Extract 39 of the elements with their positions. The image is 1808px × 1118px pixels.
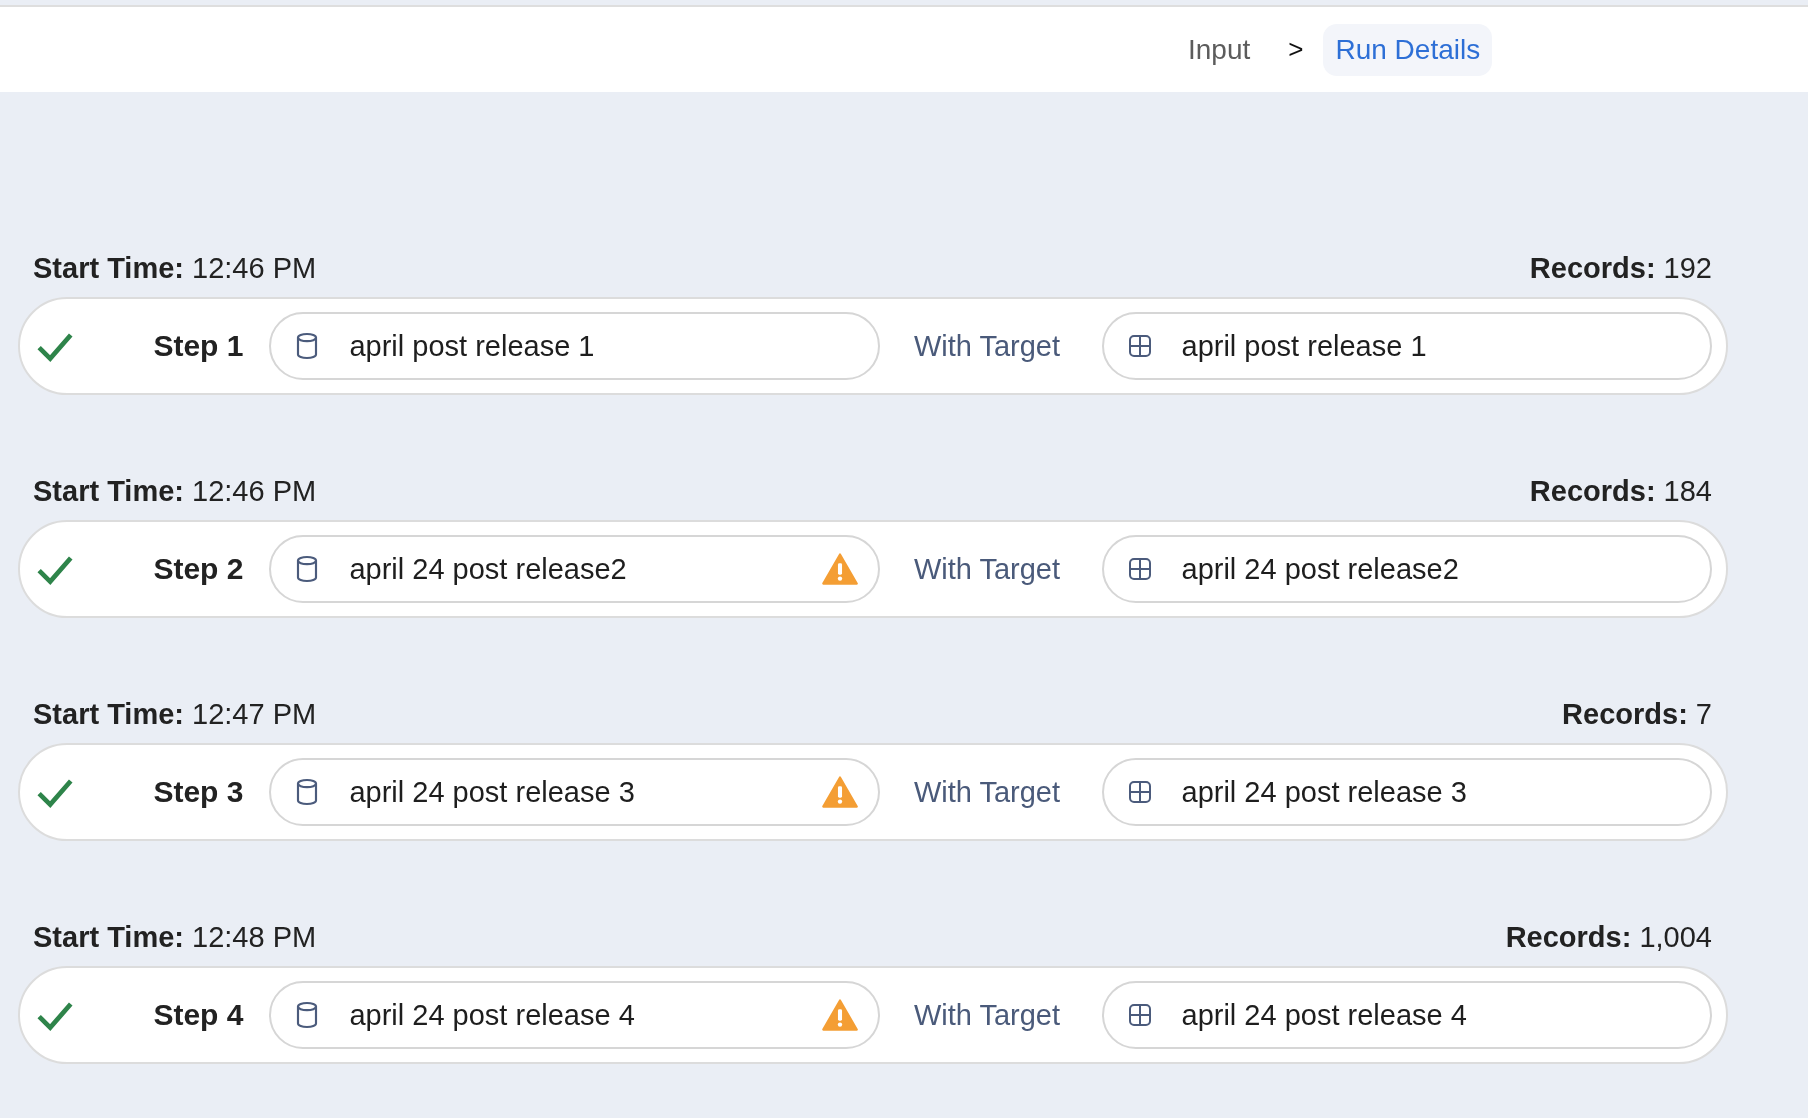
target-name: april post release 1 <box>1181 329 1428 363</box>
start-time: Start Time: 12:46 PM <box>33 252 317 285</box>
source-name: april 24 post release 4 <box>349 998 636 1032</box>
source-pill[interactable]: april 24 post release2 <box>269 535 880 603</box>
source-name: april post release 1 <box>349 329 596 363</box>
source-name: april 24 post release2 <box>349 552 628 586</box>
breadcrumb-separator: > <box>1288 34 1304 65</box>
start-time: Start Time: 12:46 PM <box>33 475 317 508</box>
target-pill[interactable]: april 24 post release 4 <box>1101 981 1712 1049</box>
source-pill[interactable]: april post release 1 <box>269 312 880 380</box>
source-pill[interactable]: april 24 post release 4 <box>269 981 880 1049</box>
database-icon <box>295 331 320 361</box>
database-icon <box>295 1000 320 1030</box>
breadcrumb-link[interactable]: Run Details <box>1323 23 1493 76</box>
database-icon <box>295 777 320 807</box>
step-label: Step 4 <box>152 998 244 1032</box>
start-time: Start Time: 12:47 PM <box>33 698 317 731</box>
connector-label: With Target <box>913 775 1062 809</box>
database-icon <box>295 554 320 584</box>
records-count: Records: 192 <box>1529 252 1712 285</box>
connector-label: With Target <box>913 552 1062 586</box>
source-pill[interactable]: april 24 post release 3 <box>269 758 880 826</box>
target-pill[interactable]: april 24 post release2 <box>1101 535 1712 603</box>
step-label: Step 2 <box>152 552 244 586</box>
source-name: april 24 post release 3 <box>349 775 636 809</box>
step-label: Step 1 <box>152 329 244 363</box>
target-pill[interactable]: april 24 post release 3 <box>1101 758 1712 826</box>
target-pill[interactable]: april post release 1 <box>1101 312 1712 380</box>
target-name: april 24 post release 3 <box>1181 775 1468 809</box>
target-name: april 24 post release 4 <box>1181 998 1468 1032</box>
records-count: Records: 7 <box>1562 698 1712 731</box>
records-count: Records: 184 <box>1529 475 1712 508</box>
target-name: april 24 post release2 <box>1181 552 1460 586</box>
connector-label: With Target <box>913 998 1062 1032</box>
start-time: Start Time: 12:48 PM <box>33 921 317 954</box>
records-count: Records: 1,004 <box>1505 921 1712 954</box>
connector-label: With Target <box>913 329 1062 363</box>
step-label: Step 3 <box>152 775 244 809</box>
breadcrumb-link[interactable]: Input <box>1176 23 1263 76</box>
